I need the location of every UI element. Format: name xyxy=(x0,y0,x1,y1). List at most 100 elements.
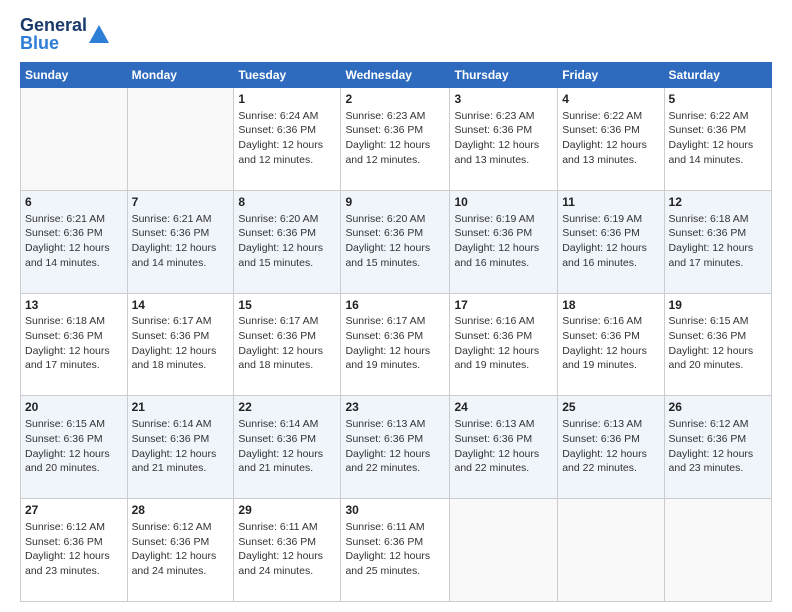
day-info: Sunrise: 6:18 AMSunset: 6:36 PMDaylight:… xyxy=(669,212,767,271)
day-info: Sunrise: 6:13 AMSunset: 6:36 PMDaylight:… xyxy=(454,417,553,476)
day-number: 23 xyxy=(345,399,445,416)
logo-triangle-icon xyxy=(89,25,109,43)
day-number: 26 xyxy=(669,399,767,416)
calendar-day-cell: 28Sunrise: 6:12 AMSunset: 6:36 PMDayligh… xyxy=(127,499,234,602)
day-number: 22 xyxy=(238,399,336,416)
logo: General Blue xyxy=(20,16,109,52)
day-info: Sunrise: 6:13 AMSunset: 6:36 PMDaylight:… xyxy=(345,417,445,476)
day-info: Sunrise: 6:17 AMSunset: 6:36 PMDaylight:… xyxy=(238,314,336,373)
day-number: 10 xyxy=(454,194,553,211)
calendar-day-cell: 26Sunrise: 6:12 AMSunset: 6:36 PMDayligh… xyxy=(664,396,771,499)
day-number: 21 xyxy=(132,399,230,416)
day-info: Sunrise: 6:12 AMSunset: 6:36 PMDaylight:… xyxy=(669,417,767,476)
calendar-week-row: 13Sunrise: 6:18 AMSunset: 6:36 PMDayligh… xyxy=(21,293,772,396)
day-info: Sunrise: 6:17 AMSunset: 6:36 PMDaylight:… xyxy=(132,314,230,373)
calendar-day-cell: 11Sunrise: 6:19 AMSunset: 6:36 PMDayligh… xyxy=(558,190,664,293)
day-info: Sunrise: 6:15 AMSunset: 6:36 PMDaylight:… xyxy=(25,417,123,476)
day-number: 30 xyxy=(345,502,445,519)
calendar-day-header: Thursday xyxy=(450,63,558,88)
calendar-day-cell: 7Sunrise: 6:21 AMSunset: 6:36 PMDaylight… xyxy=(127,190,234,293)
day-info: Sunrise: 6:16 AMSunset: 6:36 PMDaylight:… xyxy=(454,314,553,373)
day-number: 24 xyxy=(454,399,553,416)
calendar-week-row: 1Sunrise: 6:24 AMSunset: 6:36 PMDaylight… xyxy=(21,88,772,191)
day-info: Sunrise: 6:11 AMSunset: 6:36 PMDaylight:… xyxy=(238,520,336,579)
day-number: 3 xyxy=(454,91,553,108)
calendar-day-cell: 18Sunrise: 6:16 AMSunset: 6:36 PMDayligh… xyxy=(558,293,664,396)
calendar-day-cell: 19Sunrise: 6:15 AMSunset: 6:36 PMDayligh… xyxy=(664,293,771,396)
day-number: 28 xyxy=(132,502,230,519)
calendar-day-cell xyxy=(558,499,664,602)
day-number: 19 xyxy=(669,297,767,314)
header: General Blue xyxy=(20,16,772,52)
day-number: 2 xyxy=(345,91,445,108)
calendar-header-row: SundayMondayTuesdayWednesdayThursdayFrid… xyxy=(21,63,772,88)
calendar-day-cell: 2Sunrise: 6:23 AMSunset: 6:36 PMDaylight… xyxy=(341,88,450,191)
day-number: 27 xyxy=(25,502,123,519)
day-info: Sunrise: 6:23 AMSunset: 6:36 PMDaylight:… xyxy=(345,109,445,168)
calendar-day-cell: 16Sunrise: 6:17 AMSunset: 6:36 PMDayligh… xyxy=(341,293,450,396)
calendar-day-header: Wednesday xyxy=(341,63,450,88)
day-info: Sunrise: 6:21 AMSunset: 6:36 PMDaylight:… xyxy=(25,212,123,271)
day-info: Sunrise: 6:19 AMSunset: 6:36 PMDaylight:… xyxy=(454,212,553,271)
calendar-day-cell xyxy=(21,88,128,191)
calendar-day-cell: 21Sunrise: 6:14 AMSunset: 6:36 PMDayligh… xyxy=(127,396,234,499)
calendar-day-cell xyxy=(664,499,771,602)
calendar-week-row: 27 Sunrise: 6:12 AMSunset: 6:36 PMDayligh… xyxy=(21,499,772,602)
calendar-day-header: Sunday xyxy=(21,63,128,88)
day-info: Sunrise: 6:15 AMSunset: 6:36 PMDaylight:… xyxy=(669,314,767,373)
calendar-day-cell: 8Sunrise: 6:20 AMSunset: 6:36 PMDaylight… xyxy=(234,190,341,293)
calendar-day-cell xyxy=(450,499,558,602)
logo-blue-text: Blue xyxy=(20,34,87,52)
calendar-day-header: Tuesday xyxy=(234,63,341,88)
calendar-day-cell: 22Sunrise: 6:14 AMSunset: 6:36 PMDayligh… xyxy=(234,396,341,499)
day-number: 6 xyxy=(25,194,123,211)
day-number: 8 xyxy=(238,194,336,211)
calendar-day-cell: 25Sunrise: 6:13 AMSunset: 6:36 PMDayligh… xyxy=(558,396,664,499)
day-info: Sunrise: 6:22 AMSunset: 6:36 PMDaylight:… xyxy=(669,109,767,168)
calendar-day-header: Friday xyxy=(558,63,664,88)
calendar-day-cell: 9Sunrise: 6:20 AMSunset: 6:36 PMDaylight… xyxy=(341,190,450,293)
day-number: 12 xyxy=(669,194,767,211)
day-info: Sunrise: 6:20 AMSunset: 6:36 PMDaylight:… xyxy=(238,212,336,271)
calendar-day-cell: 10Sunrise: 6:19 AMSunset: 6:36 PMDayligh… xyxy=(450,190,558,293)
day-info: Sunrise: 6:17 AMSunset: 6:36 PMDaylight:… xyxy=(345,314,445,373)
calendar-day-cell: 1Sunrise: 6:24 AMSunset: 6:36 PMDaylight… xyxy=(234,88,341,191)
day-info: Sunrise: 6:21 AMSunset: 6:36 PMDaylight:… xyxy=(132,212,230,271)
calendar-day-cell: 15Sunrise: 6:17 AMSunset: 6:36 PMDayligh… xyxy=(234,293,341,396)
day-info: Sunrise: 6:11 AMSunset: 6:36 PMDaylight:… xyxy=(345,520,445,579)
day-info: Sunrise: 6:24 AMSunset: 6:36 PMDaylight:… xyxy=(238,109,336,168)
day-info: Sunrise: 6:12 AMSunset: 6:36 PMDaylight:… xyxy=(132,520,230,579)
day-number: 4 xyxy=(562,91,659,108)
calendar-day-cell: 20Sunrise: 6:15 AMSunset: 6:36 PMDayligh… xyxy=(21,396,128,499)
day-info: Sunrise: 6:18 AMSunset: 6:36 PMDaylight:… xyxy=(25,314,123,373)
calendar-day-cell: 14Sunrise: 6:17 AMSunset: 6:36 PMDayligh… xyxy=(127,293,234,396)
day-info: Sunrise: 6:14 AMSunset: 6:36 PMDaylight:… xyxy=(132,417,230,476)
calendar-day-cell: 17Sunrise: 6:16 AMSunset: 6:36 PMDayligh… xyxy=(450,293,558,396)
page: General Blue SundayMondayTuesdayWednesda… xyxy=(0,0,792,612)
day-number: 20 xyxy=(25,399,123,416)
calendar-day-cell: 3Sunrise: 6:23 AMSunset: 6:36 PMDaylight… xyxy=(450,88,558,191)
day-number: 17 xyxy=(454,297,553,314)
logo-area: General Blue xyxy=(20,16,109,52)
calendar-day-cell: 6Sunrise: 6:21 AMSunset: 6:36 PMDaylight… xyxy=(21,190,128,293)
calendar-day-cell: 27Sunrise: 6:12 AMSunset: 6:36 PMDayligh… xyxy=(21,499,128,602)
calendar-day-cell: 30Sunrise: 6:11 AMSunset: 6:36 PMDayligh… xyxy=(341,499,450,602)
calendar-week-row: 20Sunrise: 6:15 AMSunset: 6:36 PMDayligh… xyxy=(21,396,772,499)
day-number: 1 xyxy=(238,91,336,108)
calendar-day-cell: 5Sunrise: 6:22 AMSunset: 6:36 PMDaylight… xyxy=(664,88,771,191)
calendar-day-cell: 4Sunrise: 6:22 AMSunset: 6:36 PMDaylight… xyxy=(558,88,664,191)
day-number: 9 xyxy=(345,194,445,211)
calendar-body: 1Sunrise: 6:24 AMSunset: 6:36 PMDaylight… xyxy=(21,88,772,602)
day-number: 11 xyxy=(562,194,659,211)
calendar-day-cell: 12Sunrise: 6:18 AMSunset: 6:36 PMDayligh… xyxy=(664,190,771,293)
calendar-day-cell xyxy=(127,88,234,191)
day-number: 14 xyxy=(132,297,230,314)
calendar-day-cell: 24Sunrise: 6:13 AMSunset: 6:36 PMDayligh… xyxy=(450,396,558,499)
calendar-table: SundayMondayTuesdayWednesdayThursdayFrid… xyxy=(20,62,772,602)
day-info: Sunrise: 6:14 AMSunset: 6:36 PMDaylight:… xyxy=(238,417,336,476)
calendar-day-header: Monday xyxy=(127,63,234,88)
calendar-day-cell: 23Sunrise: 6:13 AMSunset: 6:36 PMDayligh… xyxy=(341,396,450,499)
calendar-day-cell: 13Sunrise: 6:18 AMSunset: 6:36 PMDayligh… xyxy=(21,293,128,396)
day-number: 5 xyxy=(669,91,767,108)
day-number: 29 xyxy=(238,502,336,519)
